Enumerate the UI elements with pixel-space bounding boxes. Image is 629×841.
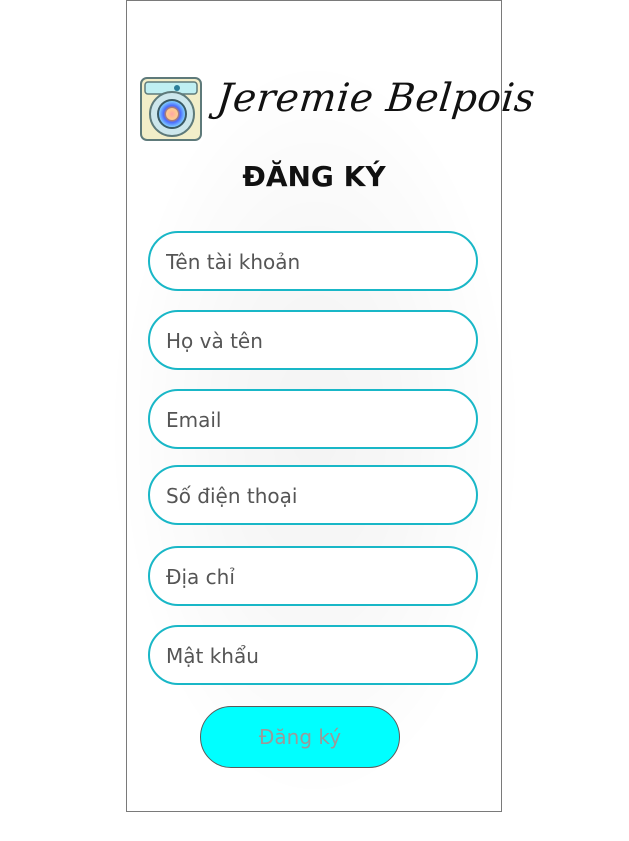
fullname-input[interactable] — [164, 312, 468, 370]
email-field[interactable] — [148, 389, 478, 449]
username-field[interactable] — [148, 231, 478, 291]
fullname-field[interactable] — [148, 310, 478, 370]
brand-name: Jeremie Belpois — [214, 76, 538, 121]
username-input[interactable] — [164, 233, 468, 291]
address-input[interactable] — [164, 548, 468, 606]
phone-input[interactable] — [164, 467, 468, 525]
page-title: ĐĂNG KÝ — [242, 160, 386, 193]
address-field[interactable] — [148, 546, 478, 606]
brand-logo: Jeremie Belpois — [139, 70, 537, 145]
register-button[interactable]: Đăng ký — [200, 706, 400, 768]
password-field[interactable] — [148, 625, 478, 685]
washing-machine-icon — [140, 77, 202, 141]
email-input[interactable] — [164, 391, 468, 449]
phone-field[interactable] — [148, 465, 478, 525]
password-input[interactable] — [164, 627, 468, 685]
